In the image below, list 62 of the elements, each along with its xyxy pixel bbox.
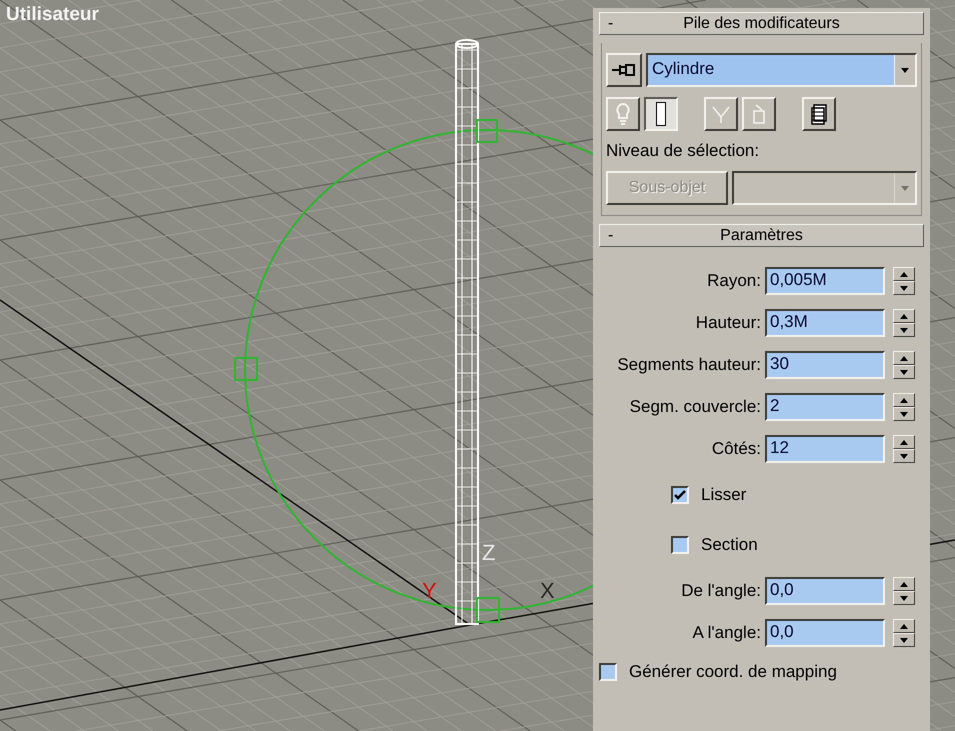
- spinner-arrows[interactable]: [893, 393, 915, 421]
- spinner-arrows[interactable]: [893, 351, 915, 379]
- spinner-arrows[interactable]: [893, 619, 915, 647]
- selection-handle[interactable]: [234, 357, 258, 381]
- caret-icon: [900, 638, 908, 642]
- field-label: De l'angle:: [680, 581, 761, 601]
- checkbox-label: Section: [701, 535, 758, 555]
- checkbox-label: Lisser: [701, 485, 746, 505]
- spinner-arrows[interactable]: [893, 435, 915, 463]
- value-field[interactable]: 2: [765, 393, 885, 421]
- stack-icon: [810, 103, 828, 125]
- lightbulb-icon: [614, 103, 632, 125]
- caret-icon: [900, 356, 908, 360]
- stack-tool-button[interactable]: [644, 97, 678, 131]
- caret-icon: [900, 398, 908, 402]
- field-label: Côtés:: [710, 439, 761, 459]
- pin-button[interactable]: [606, 53, 642, 87]
- spinner-arrows[interactable]: [893, 577, 915, 605]
- caret-icon: [900, 314, 908, 318]
- checkbox[interactable]: [671, 536, 689, 554]
- field-label: Segm. couvercle:: [628, 397, 761, 417]
- caret-icon: [900, 624, 908, 628]
- caret-icon: [901, 186, 909, 190]
- caret-icon: [900, 412, 908, 416]
- selection-handle[interactable]: [476, 597, 500, 623]
- ibeam-icon: [656, 102, 666, 126]
- value-field[interactable]: 12: [765, 435, 885, 463]
- spinner-arrows[interactable]: [893, 309, 915, 337]
- viewport-label: Utilisateur: [6, 4, 99, 26]
- fork-icon: [711, 104, 731, 124]
- axis-label: X: [540, 578, 555, 603]
- field-label: Hauteur:: [694, 313, 761, 333]
- field-label: Segments hauteur:: [616, 355, 761, 375]
- caret-icon: [901, 68, 909, 72]
- field-label: A l'angle:: [692, 623, 761, 643]
- caret-icon: [900, 596, 908, 600]
- modifier-dropdown[interactable]: Cylindre: [646, 53, 917, 87]
- caret-icon: [900, 328, 908, 332]
- field-label: Rayon:: [706, 271, 761, 291]
- value-field[interactable]: 0,3M: [765, 309, 885, 337]
- value-field[interactable]: 0,0: [765, 577, 885, 605]
- spinner-arrows[interactable]: [893, 267, 915, 295]
- rollout-header[interactable]: - Pile des modificateurs: [599, 12, 924, 35]
- value-field[interactable]: 0,005M: [765, 267, 885, 295]
- value-field[interactable]: 0,0: [765, 619, 885, 647]
- checkbox-label: Générer coord. de mapping: [629, 662, 837, 682]
- axis-label: Z: [482, 540, 496, 565]
- rollout-header[interactable]: - Paramètres: [599, 224, 924, 247]
- checkbox[interactable]: [599, 663, 617, 681]
- cup-icon: [751, 103, 767, 125]
- value-field[interactable]: 30: [765, 351, 885, 379]
- pin-icon: [612, 63, 636, 77]
- checkbox[interactable]: [671, 486, 689, 504]
- caret-icon: [900, 454, 908, 458]
- axis-label: Y: [422, 578, 437, 603]
- caret-icon: [900, 582, 908, 586]
- caret-icon: [900, 370, 908, 374]
- selection-level-label: Niveau de sélection:: [606, 141, 760, 161]
- caret-icon: [900, 272, 908, 276]
- caret-icon: [900, 440, 908, 444]
- selection-handle[interactable]: [476, 119, 498, 143]
- caret-icon: [900, 286, 908, 290]
